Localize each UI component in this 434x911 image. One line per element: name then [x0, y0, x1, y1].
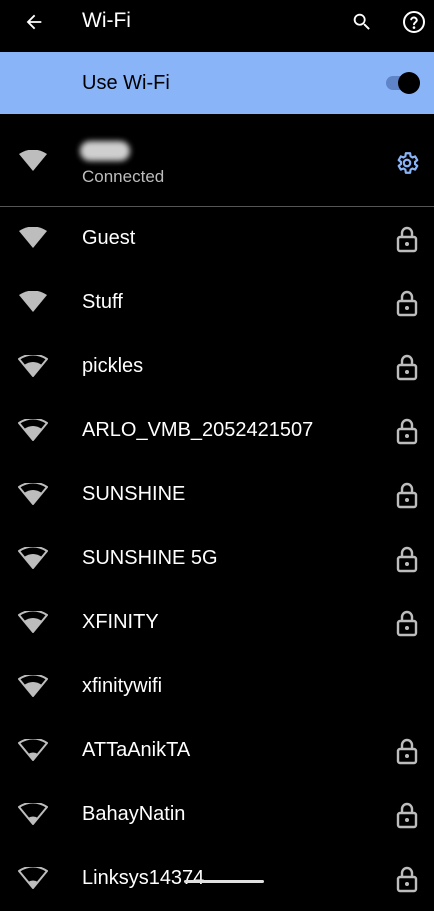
network-row[interactable]: XFINITY — [0, 591, 434, 655]
connected-network-row[interactable]: Connected — [0, 114, 434, 206]
network-name: SUNSHINE — [82, 483, 186, 505]
wifi-medium-icon — [18, 547, 48, 569]
network-row[interactable]: Guest — [0, 207, 434, 271]
use-wifi-label: Use Wi-Fi — [82, 72, 170, 94]
gear-icon[interactable] — [394, 150, 420, 176]
available-networks-list: Guest Stuff pickles ARLO_VMB_2052421507 SUNS… — [0, 207, 434, 911]
network-row[interactable]: ATTaAnikTA — [0, 719, 434, 783]
help-icon — [403, 11, 425, 33]
network-row[interactable]: BahayNatin — [0, 783, 434, 847]
help-button[interactable] — [398, 6, 430, 38]
wifi-full-icon — [19, 150, 47, 171]
use-wifi-row[interactable]: Use Wi-Fi — [0, 52, 434, 114]
network-name: BahayNatin — [82, 803, 186, 825]
wifi-low-icon — [18, 739, 48, 761]
wifi-full-icon — [19, 227, 47, 248]
network-row[interactable]: xfinitywifi — [0, 655, 434, 719]
back-button[interactable] — [18, 6, 50, 38]
wifi-full-icon — [19, 291, 47, 312]
lock-icon — [396, 290, 418, 317]
network-name: pickles — [82, 355, 144, 377]
wifi-medium-icon — [18, 419, 48, 441]
arrow-left-icon — [26, 14, 42, 30]
network-row[interactable]: Linksys14374 — [0, 847, 434, 911]
network-name: Guest — [82, 227, 136, 249]
lock-icon — [396, 866, 418, 893]
lock-icon — [396, 546, 418, 573]
network-row[interactable]: pickles — [0, 335, 434, 399]
lock-icon — [396, 738, 418, 765]
network-row[interactable]: SUNSHINE 5G — [0, 527, 434, 591]
network-row[interactable]: Stuff — [0, 271, 434, 335]
network-row[interactable]: SUNSHINE — [0, 463, 434, 527]
lock-icon — [396, 354, 418, 381]
gesture-nav-handle[interactable] — [184, 880, 264, 883]
network-name: ATTaAnikTA — [82, 739, 191, 761]
network-name: XFINITY — [82, 611, 159, 633]
app-bar: Wi-Fi — [0, 0, 434, 52]
lock-icon — [396, 418, 418, 445]
network-row[interactable]: ARLO_VMB_2052421507 — [0, 399, 434, 463]
lock-icon — [396, 802, 418, 829]
wifi-medium-icon — [18, 355, 48, 377]
network-name-redacted — [80, 141, 130, 161]
wifi-low-icon — [18, 867, 48, 889]
network-name: SUNSHINE 5G — [82, 547, 218, 569]
use-wifi-switch[interactable] — [384, 69, 422, 97]
network-name: xfinitywifi — [82, 675, 163, 697]
page-title: Wi-Fi — [82, 9, 131, 32]
wifi-low-icon — [18, 803, 48, 825]
search-icon — [353, 13, 370, 30]
wifi-medium-icon — [18, 611, 48, 633]
lock-icon — [396, 482, 418, 509]
wifi-medium-icon — [18, 675, 48, 697]
switch-thumb — [398, 72, 420, 94]
network-name: Linksys14374 — [82, 867, 205, 889]
lock-icon — [396, 226, 418, 253]
wifi-medium-icon — [18, 483, 48, 505]
network-name: ARLO_VMB_2052421507 — [82, 419, 314, 441]
lock-icon — [396, 610, 418, 637]
network-name: Stuff — [82, 291, 123, 313]
connection-status: Connected — [82, 167, 165, 186]
search-button[interactable] — [346, 6, 378, 38]
